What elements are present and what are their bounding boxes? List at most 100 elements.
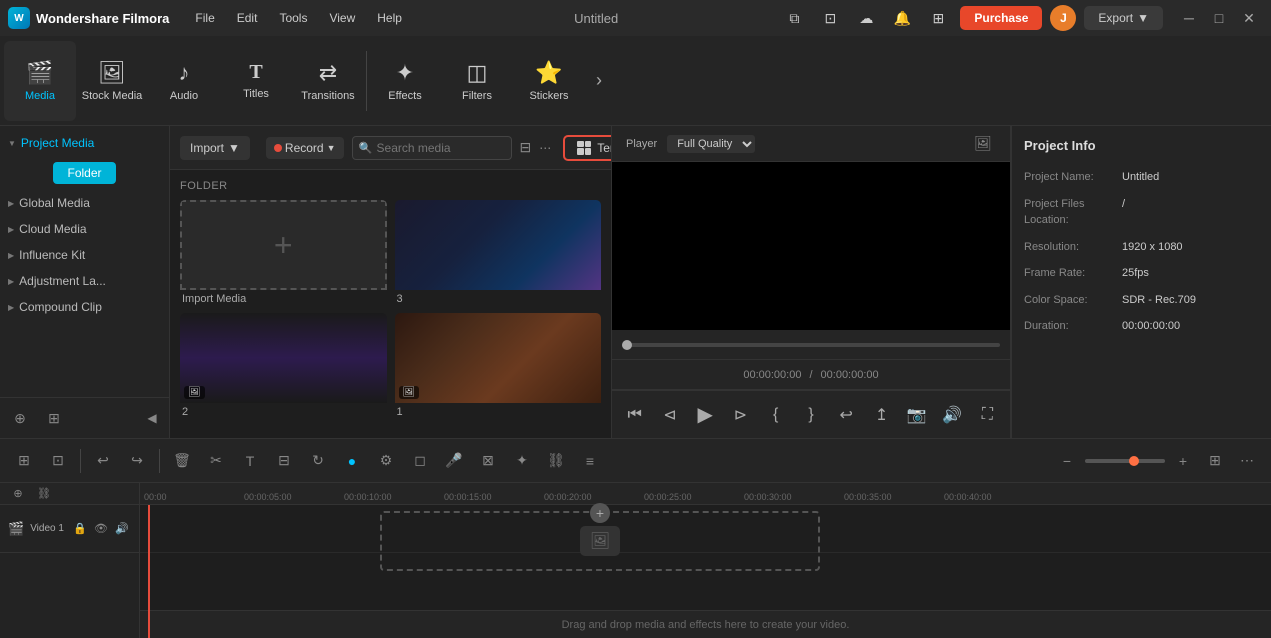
sidebar-item-compound-clip[interactable]: ▶ Compound Clip (0, 294, 169, 320)
search-input[interactable] (352, 136, 512, 160)
sidebar-collapse-button[interactable]: ◀ (141, 407, 163, 429)
notification-icon[interactable]: 🔔 (888, 4, 916, 32)
folder-header: FOLDER (180, 180, 601, 192)
timeline-magnet-icon[interactable]: ⊡ (44, 447, 72, 475)
sidebar-item-cloud-media[interactable]: ▶ Cloud Media (0, 216, 169, 242)
timeline-color-icon[interactable]: ● (338, 447, 366, 475)
menu-file[interactable]: File (185, 7, 224, 29)
maximize-button[interactable]: □ (1205, 4, 1233, 32)
timeline-subtitles-icon[interactable]: ≡ (576, 447, 604, 475)
sidebar-label-global-media: Global Media (19, 196, 90, 210)
timeline-view-icon[interactable]: ⊞ (1201, 447, 1229, 475)
fullscreen-icon[interactable]: ⛶ (975, 401, 1000, 429)
timeline-undo-icon[interactable]: ↩ (89, 447, 117, 475)
menu-edit[interactable]: Edit (227, 7, 268, 29)
toolbar-transitions[interactable]: ⇄ Transitions (292, 41, 364, 121)
toolbar-titles[interactable]: T Titles (220, 41, 292, 121)
return-icon[interactable]: ↩ (834, 401, 859, 429)
timeline-dots-icon[interactable]: ⋯ (1233, 447, 1261, 475)
timeline-ruler: 00:00 00:00:05:00 00:00:10:00 00:00:15:0… (140, 483, 1271, 505)
toolbar-effects[interactable]: ✦ Effects (369, 41, 441, 121)
snapshot-icon[interactable]: 📷 (904, 401, 929, 429)
sidebar-grid-icon[interactable]: ⊞ (40, 404, 68, 432)
toolbar-filters[interactable]: ◫ Filters (441, 41, 513, 121)
media-item-import[interactable]: + Import Media (180, 200, 387, 305)
link-track-icon[interactable]: ⛓ (34, 484, 54, 504)
add-track-button[interactable]: ⊕ (8, 484, 28, 504)
mark-out-icon[interactable]: } (798, 401, 823, 429)
track-audio-icon[interactable]: 🔊 (113, 520, 131, 538)
mark-in-icon[interactable]: { (763, 401, 788, 429)
zoom-slider[interactable] (1085, 459, 1165, 463)
timeline-delete-icon[interactable]: 🗑 (168, 447, 196, 475)
sidebar-item-adjustment-la[interactable]: ▶ Adjustment La... (0, 268, 169, 294)
step-forward-icon[interactable]: ⊳ (728, 401, 753, 429)
video1-lane[interactable]: + 🖼 (140, 505, 1271, 553)
play-button[interactable]: ▶ (693, 401, 718, 429)
ruler-6: 00:00:30:00 (744, 492, 792, 502)
sidebar-item-global-media[interactable]: ▶ Global Media (0, 190, 169, 216)
folder-button[interactable]: Folder (53, 162, 115, 184)
zoom-out-icon[interactable]: − (1053, 447, 1081, 475)
timeline-link-icon[interactable]: ⛓ (542, 447, 570, 475)
zoom-in-icon[interactable]: + (1169, 447, 1197, 475)
minimize-button[interactable]: ─ (1175, 4, 1203, 32)
screenshot-icon[interactable]: 🖼 (970, 131, 996, 157)
menu-help[interactable]: Help (367, 7, 412, 29)
timeline-layout-icon[interactable]: ⊞ (10, 447, 38, 475)
media-item-2[interactable]: 🖼 2 (180, 313, 387, 418)
toolbar-stock-media[interactable]: 🖼 Stock Media (76, 41, 148, 121)
preview-screen (612, 162, 1010, 330)
timeline-redo-icon[interactable]: ↪ (123, 447, 151, 475)
purchase-button[interactable]: Purchase (960, 6, 1042, 30)
record-button[interactable]: Record ▼ (266, 137, 344, 159)
media-item-3[interactable]: 🖼 1 (395, 313, 602, 418)
timeline-settings-icon[interactable]: ⚙ (372, 447, 400, 475)
skip-start-icon[interactable]: ⏮ (622, 401, 647, 429)
sidebar-item-project-media[interactable]: ▼ Project Media (0, 130, 169, 156)
image-icon-2: 🖼 (403, 387, 416, 398)
pip-icon[interactable]: ⊡ (816, 4, 844, 32)
cloud-icon[interactable]: ☁ (852, 4, 880, 32)
toolbar-audio[interactable]: ♪ Audio (148, 41, 220, 121)
preview-seekbar[interactable] (622, 343, 1000, 347)
step-back-icon[interactable]: ⊲ (657, 401, 682, 429)
toolbar-stickers[interactable]: ⭐ Stickers (513, 41, 585, 121)
tl-zoom-controls: − + ⊞ ⋯ (1053, 447, 1261, 475)
timeline-track-headers: ⊕ ⛓ 🎬 Video 1 🔒 👁 🔊 (0, 483, 140, 638)
timeline-scissors-icon[interactable]: ✂ (202, 447, 230, 475)
menu-tools[interactable]: Tools (269, 7, 317, 29)
timeline-text-icon[interactable]: T (236, 447, 264, 475)
ruler-1: 00:00:05:00 (244, 492, 292, 502)
import-button[interactable]: Import ▼ (180, 136, 250, 160)
timeline-mask-icon[interactable]: ◻ (406, 447, 434, 475)
volume-icon[interactable]: 🔊 (939, 401, 964, 429)
timeline-detach-icon[interactable]: ⊠ (474, 447, 502, 475)
close-button[interactable]: ✕ (1235, 4, 1263, 32)
toolbar-audio-label: Audio (170, 90, 198, 102)
sidebar-add-icon[interactable]: ⊕ (6, 404, 34, 432)
timeline-rotate-icon[interactable]: ↻ (304, 447, 332, 475)
sidebar-item-influence-kit[interactable]: ▶ Influence Kit (0, 242, 169, 268)
export-button[interactable]: Export ▼ (1084, 6, 1163, 30)
timeline-mic-icon[interactable]: 🎤 (440, 447, 468, 475)
titlebar: W Wondershare Filmora File Edit Tools Vi… (0, 0, 1271, 36)
filter-icon[interactable]: ⊟ (520, 134, 532, 162)
menu-view[interactable]: View (319, 7, 365, 29)
media-item-1[interactable]: 3 (395, 200, 602, 305)
image-icon: 🖼 (188, 387, 201, 398)
quality-select[interactable]: Full Quality (667, 135, 755, 153)
toolbar-more-button[interactable]: › (585, 41, 613, 121)
timeline-transform-icon[interactable]: ⊟ (270, 447, 298, 475)
ruler-4: 00:00:20:00 (544, 492, 592, 502)
track-lock-icon[interactable]: 🔒 (71, 520, 89, 538)
extract-icon[interactable]: ↥ (869, 401, 894, 429)
sort-icon[interactable]: ⋯ (539, 134, 551, 162)
minimize-window-icon[interactable]: ⧉ (780, 4, 808, 32)
share-icon[interactable]: ⊞ (924, 4, 952, 32)
track-eye-icon[interactable]: 👁 (92, 520, 110, 538)
timeline-toolbar: ⊞ ⊡ ↩ ↪ 🗑 ✂ T ⊟ ↻ ● ⚙ ◻ 🎤 ⊠ ✦ ⛓ ≡ − + ⊞ … (0, 439, 1271, 483)
timeline-ai-icon[interactable]: ✦ (508, 447, 536, 475)
user-avatar[interactable]: J (1050, 5, 1076, 31)
toolbar-media[interactable]: 🎬 Media (4, 41, 76, 121)
